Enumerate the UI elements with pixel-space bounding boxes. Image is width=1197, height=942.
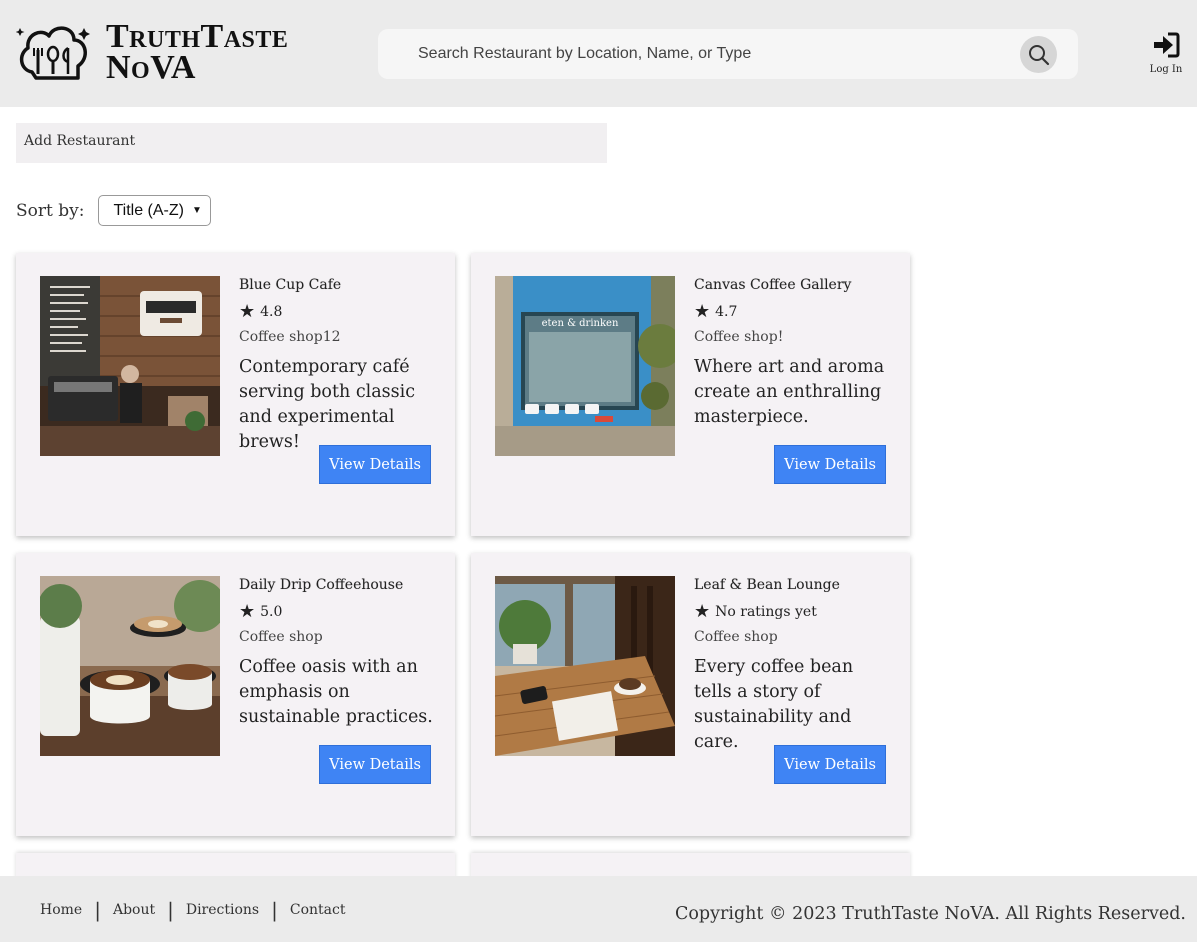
restaurant-info: Leaf & Bean Lounge ★ No ratings yet Coff… (694, 577, 889, 755)
storefront-sign-text: eten & drinken (542, 318, 619, 329)
restaurant-image: eten & drinken (495, 276, 675, 456)
footer-separator: | (271, 898, 278, 922)
restaurant-card: Daily Drip Coffeehouse ★ 5.0 Coffee shop… (16, 553, 455, 836)
restaurant-name[interactable]: Leaf & Bean Lounge (694, 577, 889, 593)
login-button[interactable]: Log In (1146, 32, 1186, 75)
restaurant-description: Coffee oasis with an emphasis on sustain… (239, 657, 433, 727)
footer-link-about[interactable]: About (113, 902, 155, 918)
star-icon: ★ (694, 301, 711, 322)
restaurant-image (40, 276, 220, 456)
restaurant-type: Coffee shop! (694, 329, 784, 345)
site-header: TruthTaste NoVA Log In (0, 0, 1197, 107)
brand-name-line1: TruthTaste (106, 18, 289, 55)
restaurant-name[interactable]: Daily Drip Coffeehouse (239, 577, 434, 593)
rating-value: 5.0 (260, 604, 283, 620)
restaurant-info: Daily Drip Coffeehouse ★ 5.0 Coffee shop… (239, 577, 434, 730)
login-label: Log In (1149, 64, 1183, 75)
restaurant-type: Coffee shop12 (239, 329, 341, 345)
restaurant-name[interactable]: Blue Cup Cafe (239, 277, 434, 293)
restaurant-type: Coffee shop (239, 629, 323, 645)
search-input[interactable] (418, 29, 1008, 79)
login-icon (1154, 32, 1180, 58)
restaurant-image (40, 576, 220, 756)
view-details-button[interactable]: View Details (774, 445, 886, 484)
restaurant-description: Where art and aroma create an enthrallin… (694, 357, 885, 427)
footer-link-contact[interactable]: Contact (290, 902, 346, 918)
footer-link-directions[interactable]: Directions (186, 902, 259, 918)
restaurant-description: Contemporary café serving both classic a… (239, 357, 416, 452)
footer-separator: | (167, 898, 174, 922)
view-details-button[interactable]: View Details (319, 745, 431, 784)
restaurant-description: Every coffee bean tells a story of susta… (694, 657, 854, 752)
restaurant-name[interactable]: Canvas Coffee Gallery (694, 277, 889, 293)
chef-hat-icon (16, 26, 90, 80)
restaurant-card: eten & drinken Canvas Coffee Gallery ★ 4… (471, 253, 910, 536)
search-button[interactable] (1020, 36, 1057, 73)
restaurant-rating: ★ 4.7 (694, 301, 889, 322)
search-bar (378, 29, 1078, 79)
sort-label: Sort by: (16, 200, 85, 221)
restaurant-rating: ★ No ratings yet (694, 601, 889, 622)
footer-nav: Home | About | Directions | Contact (40, 898, 346, 922)
copyright-text: Copyright © 2023 TruthTaste NoVA. All Ri… (674, 904, 1186, 924)
view-details-button[interactable]: View Details (319, 445, 431, 484)
rating-value: No ratings yet (715, 604, 817, 620)
rating-value: 4.8 (260, 304, 283, 320)
restaurant-card: Leaf & Bean Lounge ★ No ratings yet Coff… (471, 553, 910, 836)
brand-logo[interactable]: TruthTaste NoVA (16, 18, 289, 86)
restaurant-type: Coffee shop (694, 629, 778, 645)
brand-name-line2: NoVA (106, 49, 196, 86)
restaurant-rating: ★ 4.8 (239, 301, 434, 322)
restaurant-rating: ★ 5.0 (239, 601, 434, 622)
view-details-button[interactable]: View Details (774, 745, 886, 784)
site-footer: Home | About | Directions | Contact Copy… (0, 876, 1197, 942)
sort-control: Sort by: Title (A-Z) ▼ (16, 195, 212, 226)
restaurant-info: Canvas Coffee Gallery ★ 4.7 Coffee shop!… (694, 277, 889, 430)
star-icon: ★ (239, 301, 256, 322)
sort-select[interactable]: Title (A-Z) ▼ (98, 195, 212, 226)
brand-name: TruthTaste NoVA (106, 18, 289, 86)
add-restaurant-button[interactable]: Add Restaurant (16, 123, 607, 163)
star-icon: ★ (694, 601, 711, 622)
search-icon (1028, 44, 1049, 65)
star-icon: ★ (239, 601, 256, 622)
rating-value: 4.7 (715, 304, 738, 320)
chevron-down-icon: ▼ (191, 205, 202, 216)
restaurant-card: Blue Cup Cafe ★ 4.8 Coffee shop12 Contem… (16, 253, 455, 536)
restaurant-image (495, 576, 675, 756)
restaurant-info: Blue Cup Cafe ★ 4.8 Coffee shop12 Contem… (239, 277, 434, 455)
sort-selected-value: Title (A-Z) (113, 201, 184, 219)
footer-link-home[interactable]: Home (40, 902, 82, 918)
footer-separator: | (94, 898, 101, 922)
